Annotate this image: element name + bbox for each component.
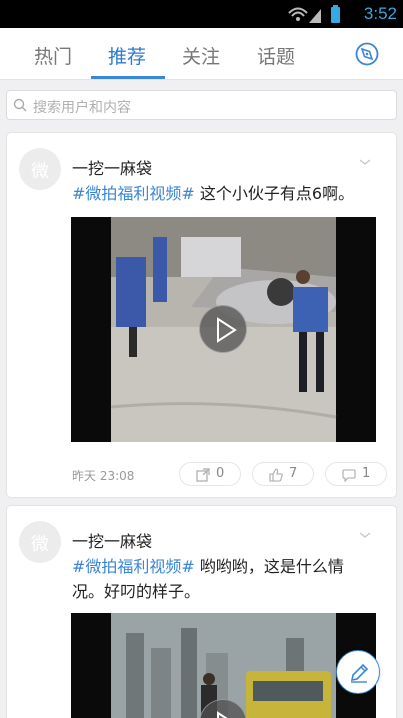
post-body: 这个小伙子有点6啊。 <box>194 184 355 203</box>
clock: 3:52 <box>363 4 397 23</box>
active-tab-indicator <box>91 76 165 79</box>
comment-count: 1 <box>362 466 371 481</box>
chevron-down-icon[interactable] <box>358 157 372 167</box>
post-text: #微拍福利视频# 这个小伙子有点6啊。 <box>72 181 372 206</box>
topic-link[interactable]: #微拍福利视频# <box>72 184 195 203</box>
video-player[interactable] <box>71 613 376 718</box>
thumbs-up-icon <box>269 468 283 482</box>
topic-link[interactable]: #微拍福利视频# <box>72 557 195 576</box>
username[interactable]: 一挖一麻袋 <box>72 155 152 179</box>
play-icon <box>217 317 237 343</box>
search-placeholder: 搜索用户和内容 <box>33 100 131 116</box>
search-area: 搜索用户和内容 <box>0 81 403 127</box>
post-card[interactable]: 微 一挖一麻袋 #微拍福利视频# 哟哟哟，这是什么情况。好叼的样子。 <box>6 505 397 718</box>
search-input[interactable]: 搜索用户和内容 <box>6 90 397 120</box>
avatar[interactable]: 微 <box>19 521 61 563</box>
signal-icons <box>288 5 340 23</box>
play-button[interactable] <box>199 699 247 718</box>
repost-count: 0 <box>216 466 225 481</box>
tab-follow[interactable]: 关注 <box>182 42 220 69</box>
status-bar: 3:52 <box>0 0 403 28</box>
compass-icon[interactable] <box>355 42 379 66</box>
like-button[interactable]: 7 <box>252 462 314 486</box>
tab-bar: 热门 推荐 关注 话题 <box>0 28 403 80</box>
compose-button[interactable] <box>336 650 380 694</box>
chevron-down-icon[interactable] <box>358 530 372 540</box>
post-card[interactable]: 微 一挖一麻袋 #微拍福利视频# 这个小伙子有点6啊。 昨天 23:08 0 7… <box>6 132 397 498</box>
tab-topics[interactable]: 话题 <box>257 42 295 69</box>
play-icon <box>217 711 228 718</box>
pencil-icon <box>350 663 369 683</box>
post-text: #微拍福利视频# 哟哟哟，这是什么情况。好叼的样子。 <box>72 554 372 604</box>
tab-hot[interactable]: 热门 <box>34 42 72 69</box>
tab-recommend[interactable]: 推荐 <box>108 42 146 69</box>
repost-icon <box>196 468 210 482</box>
avatar[interactable]: 微 <box>19 148 61 190</box>
search-icon <box>13 98 27 112</box>
avatar-text: 微 <box>31 534 49 555</box>
like-count: 7 <box>289 466 298 481</box>
video-player[interactable] <box>71 217 376 442</box>
post-time: 昨天 23:08 <box>72 469 135 483</box>
repost-button[interactable]: 0 <box>179 462 241 486</box>
comment-button[interactable]: 1 <box>325 462 387 486</box>
avatar-text: 微 <box>31 161 49 182</box>
play-button[interactable] <box>199 305 247 353</box>
comment-icon <box>342 469 356 482</box>
username[interactable]: 一挖一麻袋 <box>72 528 152 552</box>
